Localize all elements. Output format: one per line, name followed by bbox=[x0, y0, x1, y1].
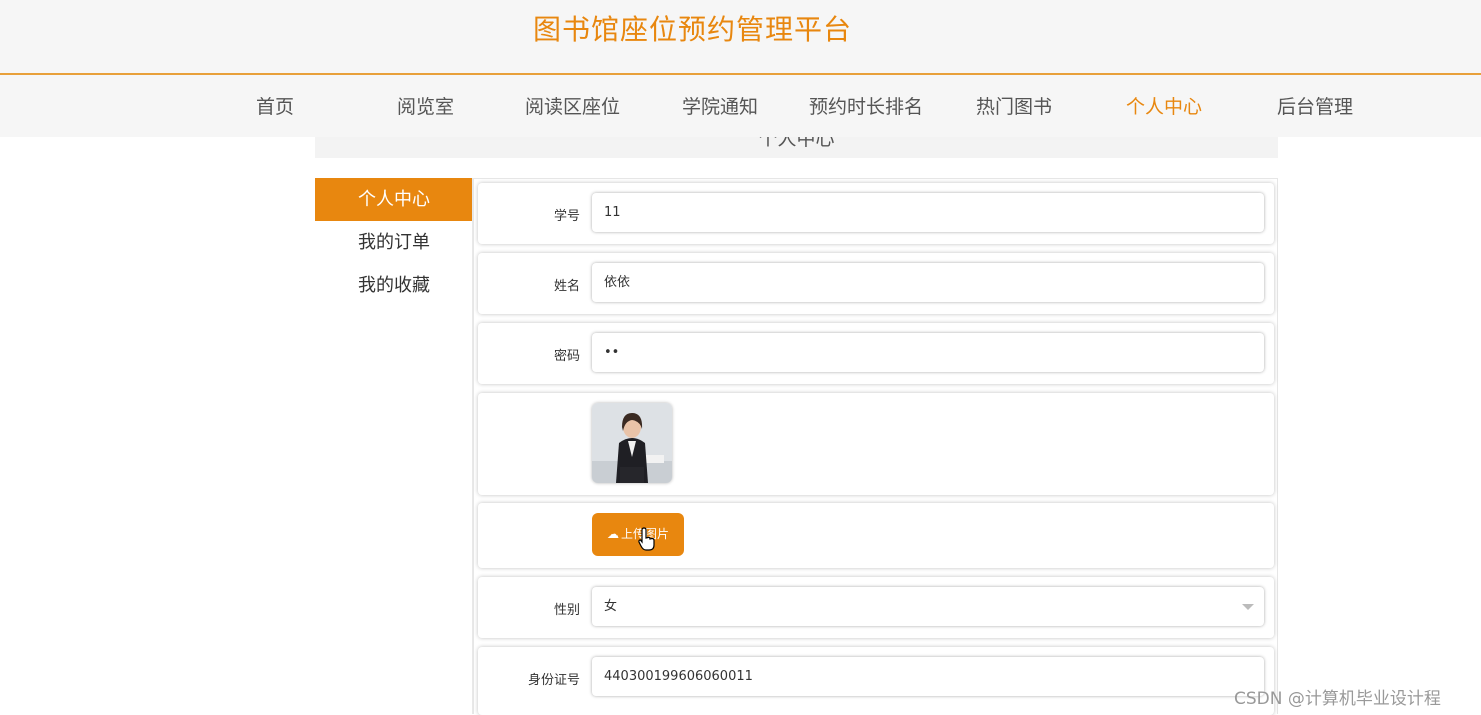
sidebar: 个人中心 我的订单 我的收藏 bbox=[315, 178, 473, 714]
site-header: 图书馆座位预约管理平台 bbox=[0, 0, 1481, 75]
form-row-upload: ☁上传图片 bbox=[478, 503, 1274, 568]
id-card-input[interactable]: 440300199606060011 bbox=[592, 657, 1264, 696]
portrait-icon bbox=[592, 403, 672, 483]
section-title: 个人中心 bbox=[758, 137, 835, 150]
student-id-input[interactable]: 11 bbox=[592, 193, 1264, 232]
gender-selected-value: 女 bbox=[604, 599, 618, 614]
nav-home[interactable]: 首页 bbox=[256, 92, 294, 119]
section-header: 个人中心 bbox=[315, 137, 1278, 158]
avatar-image bbox=[592, 403, 672, 483]
hand-pointer-icon bbox=[638, 527, 655, 551]
password-label: 密码 bbox=[553, 349, 580, 364]
password-input[interactable]: •• bbox=[592, 333, 1264, 372]
sidebar-item-my-orders[interactable]: 我的订单 bbox=[315, 221, 472, 264]
form-row-student-id: 学号 11 bbox=[478, 183, 1274, 244]
id-card-label: 身份证号 bbox=[527, 673, 580, 688]
name-label: 姓名 bbox=[553, 279, 580, 294]
nav-booking-ranking[interactable]: 预约时长排名 bbox=[809, 92, 923, 119]
gender-label: 性别 bbox=[553, 603, 580, 618]
gender-select[interactable]: 女 bbox=[592, 587, 1264, 626]
watermark: CSDN @计算机毕业设计程 bbox=[1234, 689, 1441, 709]
nav-personal-center[interactable]: 个人中心 bbox=[1126, 92, 1202, 119]
name-input[interactable]: 依依 bbox=[592, 263, 1264, 302]
main-nav: 首页 阅览室 阅读区座位 学院通知 预约时长排名 热门图书 个人中心 后台管理 bbox=[0, 75, 1481, 137]
form-row-gender: 性别 女 bbox=[478, 577, 1274, 638]
form-row-password: 密码 •• bbox=[478, 323, 1274, 384]
cloud-upload-icon: ☁ bbox=[606, 527, 619, 541]
form-row-id-card: 身份证号 440300199606060011 bbox=[478, 647, 1274, 715]
nav-popular-books[interactable]: 热门图书 bbox=[976, 92, 1052, 119]
nav-admin[interactable]: 后台管理 bbox=[1277, 92, 1353, 119]
nav-college-notice[interactable]: 学院通知 bbox=[682, 92, 758, 119]
sidebar-item-personal-center[interactable]: 个人中心 bbox=[315, 178, 472, 221]
form-row-avatar bbox=[478, 393, 1274, 495]
profile-form: 学号 11 姓名 依依 密码 •• ☁上传图片 bbox=[473, 178, 1278, 715]
form-row-name: 姓名 依依 bbox=[478, 253, 1274, 314]
student-id-label: 学号 bbox=[553, 209, 580, 224]
sidebar-item-my-favorites[interactable]: 我的收藏 bbox=[315, 264, 472, 307]
nav-reading-seats[interactable]: 阅读区座位 bbox=[525, 92, 620, 119]
site-title: 图书馆座位预约管理平台 bbox=[533, 13, 853, 46]
nav-reading-room[interactable]: 阅览室 bbox=[397, 92, 454, 119]
caret-down-icon bbox=[1242, 604, 1254, 610]
